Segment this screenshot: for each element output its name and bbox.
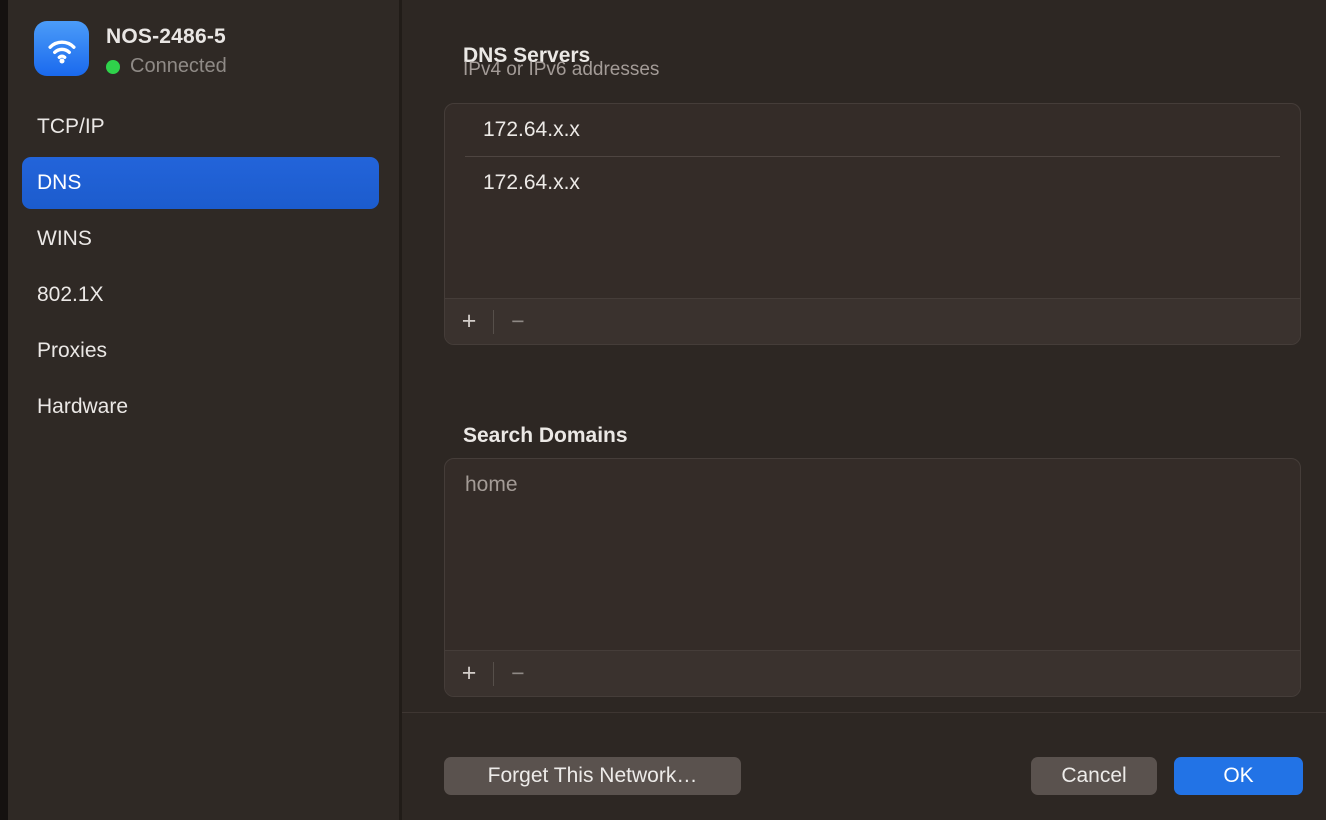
search-domains-title: Search Domains [463, 424, 628, 448]
connected-status-dot-icon [106, 60, 120, 74]
network-status-label: Connected [130, 55, 227, 78]
dns-settings-pane: DNS Servers IPv4 or IPv6 addresses 172.6… [402, 0, 1326, 820]
network-status: Connected [106, 55, 227, 78]
minus-icon: − [511, 662, 524, 685]
forget-network-button[interactable]: Forget This Network… [444, 757, 741, 795]
remove-dns-server-button[interactable]: − [494, 299, 542, 344]
cancel-button[interactable]: Cancel [1031, 757, 1157, 795]
remove-search-domain-button[interactable]: − [494, 651, 542, 696]
dns-server-entry[interactable]: 172.64.x.x [445, 157, 1300, 209]
add-search-domain-button[interactable]: + [445, 651, 493, 696]
search-domains-list-toolbar: + − [445, 650, 1300, 696]
footer-divider [402, 712, 1326, 713]
sidebar-item-dns[interactable]: DNS [22, 157, 379, 209]
sidebar: NOS-2486-5 Connected TCP/IP DNS WINS 802… [8, 0, 402, 820]
search-domain-entry[interactable]: home [445, 459, 1300, 511]
sidebar-nav: TCP/IP DNS WINS 802.1X Proxies Hardware [22, 101, 379, 437]
sidebar-item-8021x[interactable]: 802.1X [22, 269, 379, 321]
network-name: NOS-2486-5 [106, 25, 227, 49]
add-dns-server-button[interactable]: + [445, 299, 493, 344]
plus-icon: + [462, 661, 477, 686]
window-left-edge [0, 0, 8, 820]
network-meta: NOS-2486-5 Connected [106, 21, 227, 78]
network-header: NOS-2486-5 Connected [34, 21, 227, 78]
minus-icon: − [511, 310, 524, 333]
sidebar-item-wins[interactable]: WINS [22, 213, 379, 265]
dns-servers-subtitle: IPv4 or IPv6 addresses [463, 59, 659, 81]
dns-server-entry[interactable]: 172.64.x.x [445, 104, 1300, 156]
sidebar-item-hardware[interactable]: Hardware [22, 381, 379, 433]
sidebar-item-tcpip[interactable]: TCP/IP [22, 101, 379, 153]
sidebar-item-proxies[interactable]: Proxies [22, 325, 379, 377]
search-domains-list: home + − [444, 458, 1301, 697]
dns-servers-list: 172.64.x.x 172.64.x.x + − [444, 103, 1301, 345]
dns-servers-list-toolbar: + − [445, 298, 1300, 344]
wifi-icon [34, 21, 89, 76]
ok-button[interactable]: OK [1174, 757, 1303, 795]
plus-icon: + [462, 309, 477, 334]
